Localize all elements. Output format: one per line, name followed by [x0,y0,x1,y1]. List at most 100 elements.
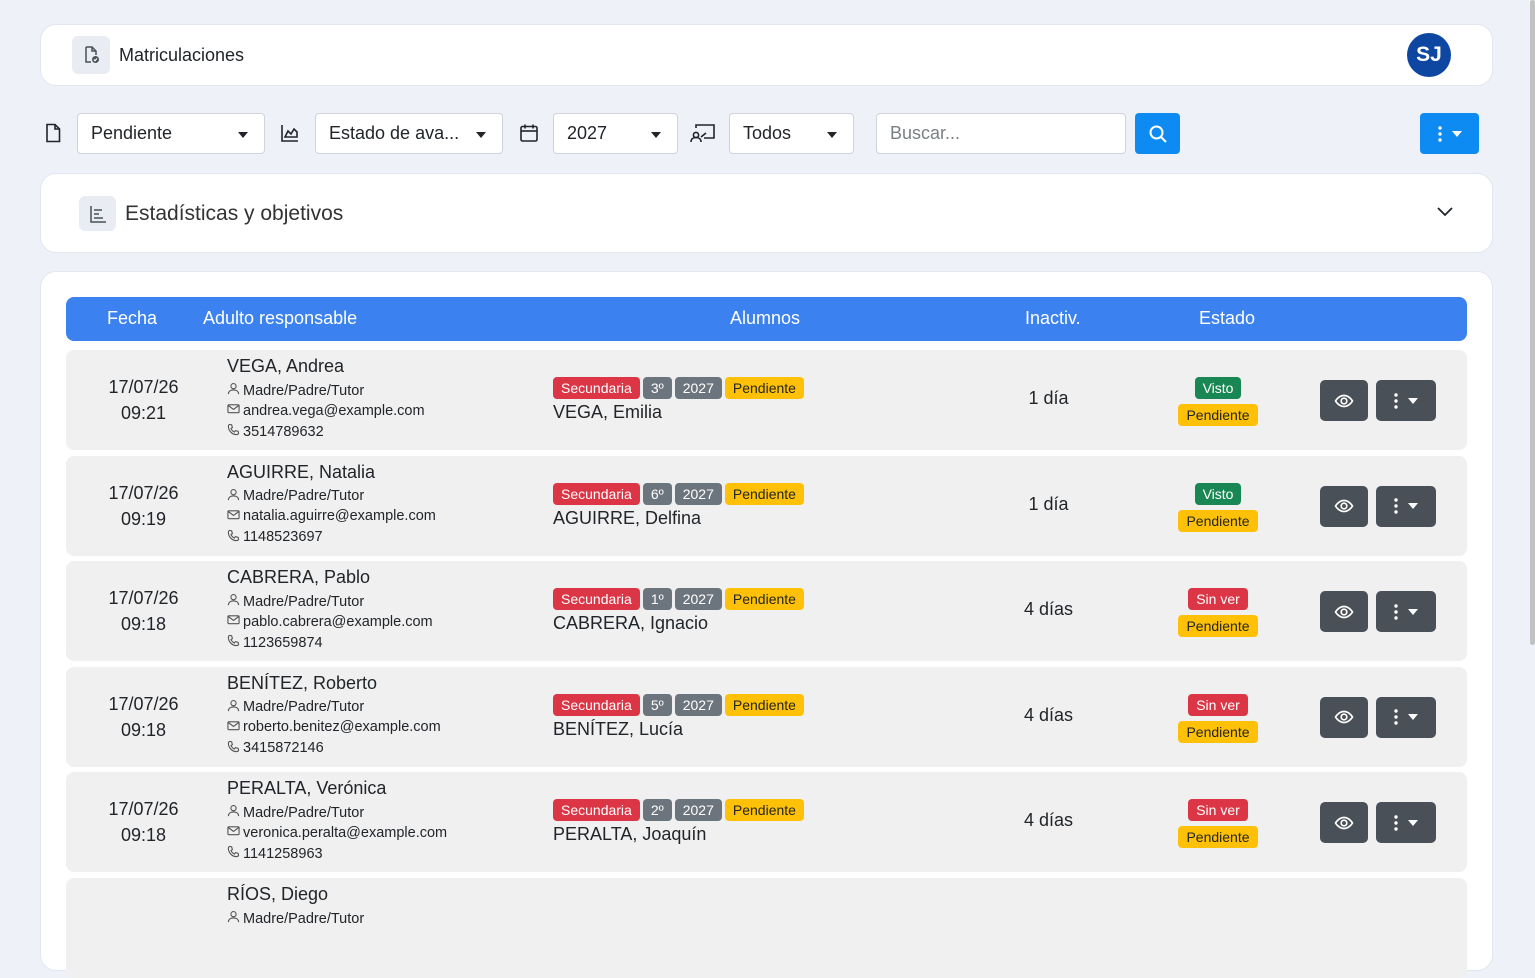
row-actions-button[interactable] [1376,380,1436,421]
status-badge: Pendiente [1178,404,1258,426]
view-status-badge: Visto [1194,482,1242,505]
table-row[interactable]: RÍOS, Diego Madre/Padre/Tutor [66,878,1467,978]
row-date: 17/07/26 [108,799,179,820]
scrollbar[interactable] [1530,0,1535,645]
guardian-phone-label: 3415872146 [243,740,324,757]
row-date: 17/07/26 [108,377,179,397]
level-badge: Secundaria [553,588,640,611]
guardian-name: BENÍTEZ, Roberto [227,672,378,693]
chevron-down-icon [827,132,837,138]
guardian-phone[interactable]: 3514789632 [227,423,324,440]
view-button[interactable] [1320,591,1368,633]
phone-icon [227,634,240,651]
year-badge: 2027 [674,377,722,399]
guardian-email[interactable]: andrea.vega@example.com [227,402,425,419]
status-cell: Visto Pendiente [1168,482,1268,532]
page-title: Matriculaciones [119,45,245,65]
status-select[interactable]: Pendiente [77,113,265,154]
document-check-icon [72,36,110,74]
stats-panel[interactable]: Estadísticas y objetivos [40,173,1493,253]
status-badge: Pendiente [1178,615,1258,638]
guardian-phone[interactable]: 1123659874 [227,634,323,651]
user-icon [227,488,240,505]
row-date: 17/07/26 [108,482,179,503]
chevron-down-icon [238,132,248,138]
guardian-email-label: pablo.cabrera@example.com [243,613,433,630]
column-header-guardian: Adulto responsable [203,308,358,328]
guardian-role-label: Madre/Padre/Tutor [243,488,365,505]
guardian-email[interactable]: pablo.cabrera@example.com [227,613,433,630]
table-row[interactable]: 17/07/26 09:18 CABRERA, Pablo Madre/Padre/T… [66,561,1467,662]
year-badge: 2027 [674,799,722,822]
table-row[interactable]: 17/07/26 09:18 PERALTA, Verónica Madre/Padr… [66,772,1467,873]
guardian-phone[interactable]: 3415872146 [227,740,324,757]
user-icon [227,804,240,821]
view-button[interactable] [1320,485,1368,527]
guardian-email[interactable]: roberto.benitez@example.com [227,719,441,736]
view-status-badge: Sin ver [1188,693,1248,716]
guardian-phone-label: 1141258963 [243,845,323,862]
guardian-email[interactable]: veronica.peralta@example.com [227,824,447,841]
search-button[interactable] [1135,113,1180,154]
table-row[interactable]: 17/07/26 09:21 VEGA, Andrea Madre/Padre/Tut… [66,350,1467,450]
phone-icon [227,740,240,757]
mail-icon [227,613,240,630]
chevron-down-icon [1408,608,1418,615]
inactivity-value: 4 días [1023,704,1074,725]
row-actions-button[interactable] [1376,485,1436,527]
progress-select[interactable]: Estado de ava... [315,113,503,154]
search-input[interactable] [876,113,1126,154]
guardian-role: Madre/Padre/Tutor [227,488,364,505]
kebab-icon [1437,125,1442,142]
row-actions-button[interactable] [1376,591,1436,633]
guardian-name: VEGA, Andrea [227,356,345,376]
guardian-role-label: Madre/Padre/Tutor [243,804,365,821]
row-actions-button[interactable] [1376,802,1436,844]
guardian-phone[interactable]: 1141258963 [227,845,323,862]
table-row[interactable]: 17/07/26 09:19 AGUIRRE, Natalia Madre/Padre… [66,455,1467,556]
inactivity-value: 4 días [1023,599,1074,620]
guardian-role: Madre/Padre/Tutor [227,699,364,716]
view-button[interactable] [1320,380,1368,421]
chevron-down-icon[interactable] [1436,202,1454,220]
file-icon [42,122,64,144]
guardian-email-label: roberto.benitez@example.com [243,719,441,736]
column-header-status: Estado [1199,308,1256,328]
progress-select-value: Estado de ava... [329,123,460,143]
row-datetime: 17/07/26 09:21 [86,374,201,426]
more-options-button[interactable] [1420,113,1479,154]
guardian-email[interactable]: natalia.aguirre@example.com [227,508,436,525]
mail-icon [227,719,240,736]
kebab-icon [1394,392,1398,409]
level-badge: Secundaria [553,377,640,399]
year-badge: 2027 [674,482,722,505]
column-header-inactivity: Inactiv. [1025,308,1081,328]
chevron-down-icon [1408,397,1418,404]
channel-select[interactable]: Todos [729,113,854,154]
phone-icon [227,529,240,546]
table-row[interactable]: 17/07/26 09:18 BENÍTEZ, Roberto Madre/Padre… [66,666,1467,767]
student-tags: Secundaria 5º 2027 Pendiente [553,693,804,716]
view-button[interactable] [1320,802,1368,844]
view-button[interactable] [1320,696,1368,738]
avatar[interactable]: SJ [1407,33,1451,77]
guardian-phone[interactable]: 1148523697 [227,529,323,546]
grade-badge: 1º [642,588,672,611]
guardian-role-label: Madre/Padre/Tutor [243,910,365,927]
chevron-down-icon [1408,819,1418,826]
student-name: BENÍTEZ, Lucía [553,718,684,739]
channel-select-value: Todos [743,123,792,143]
student-name: CABRERA, Ignacio [553,613,709,634]
row-date: 17/07/26 [108,588,179,609]
eye-icon [1334,391,1354,411]
grade-badge: 3º [642,377,672,399]
row-time: 09:18 [120,719,167,740]
year-select[interactable]: 2027 [553,113,678,154]
calendar-icon [518,122,540,144]
grade-badge: 2º [642,799,672,822]
student-tags: Secundaria 1º 2027 Pendiente [553,588,804,611]
row-time: 09:21 [120,403,167,423]
guardian-name: RÍOS, Diego [227,884,329,904]
kebab-icon [1394,498,1398,514]
row-actions-button[interactable] [1376,696,1436,738]
